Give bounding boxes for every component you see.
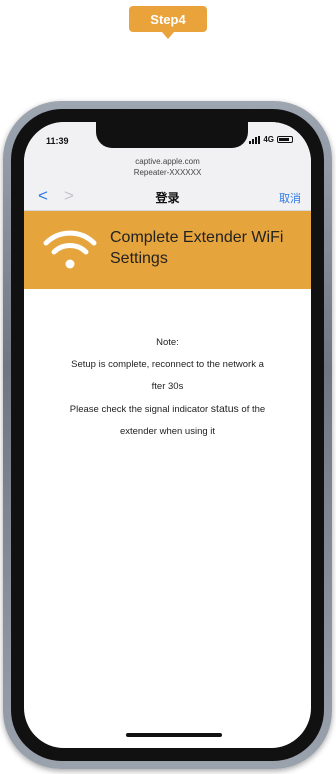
phone-bezel: 11:39 4G captive.apple.com Repeater-XXXX… xyxy=(11,109,324,761)
status-indicators: 4G xyxy=(249,135,293,144)
phone-frame: 11:39 4G captive.apple.com Repeater-XXXX… xyxy=(3,101,332,769)
step-badge: Step4 xyxy=(129,6,207,39)
banner-title: Complete Extender WiFi Settings xyxy=(110,229,284,267)
wifi-icon xyxy=(43,230,97,269)
note-block: Note: Setup is complete, reconnect to th… xyxy=(30,332,305,443)
note-line-2: fter 30s xyxy=(151,381,184,392)
url-ssid: Repeater-XXXXXX xyxy=(133,168,202,177)
note-line-1: Setup is complete, reconnect to the netw… xyxy=(71,359,264,370)
notch xyxy=(96,122,248,148)
cancel-button[interactable]: 取消 xyxy=(279,190,301,206)
note-status-word: status xyxy=(210,403,239,415)
status-time: 11:39 xyxy=(46,136,69,146)
url-bar[interactable]: captive.apple.com Repeater-XXXXXX xyxy=(24,152,311,182)
phone-screen: 11:39 4G captive.apple.com Repeater-XXXX… xyxy=(24,122,311,748)
note-line-4: extender when using it xyxy=(119,426,216,437)
note-line-3-post: of the xyxy=(238,404,266,415)
url-domain: captive.apple.com xyxy=(135,157,200,166)
note-heading: Note: xyxy=(156,337,179,348)
network-type: 4G xyxy=(263,135,274,144)
nav-bar: < > 登录 取消 xyxy=(24,182,311,211)
nav-title: 登录 xyxy=(155,191,180,205)
page: Step4 11:39 4G captive.apple.com Repeate… xyxy=(0,0,336,774)
signal-icon xyxy=(249,135,261,144)
note-line-3-pre: Please check the signal indicator xyxy=(69,404,211,415)
battery-icon xyxy=(277,136,293,143)
step-badge-label: Step4 xyxy=(150,11,186,27)
note-line-3: Please check the signal indicator status… xyxy=(30,398,305,421)
settings-banner: Complete Extender WiFi Settings xyxy=(24,211,311,289)
home-indicator[interactable] xyxy=(126,733,222,737)
